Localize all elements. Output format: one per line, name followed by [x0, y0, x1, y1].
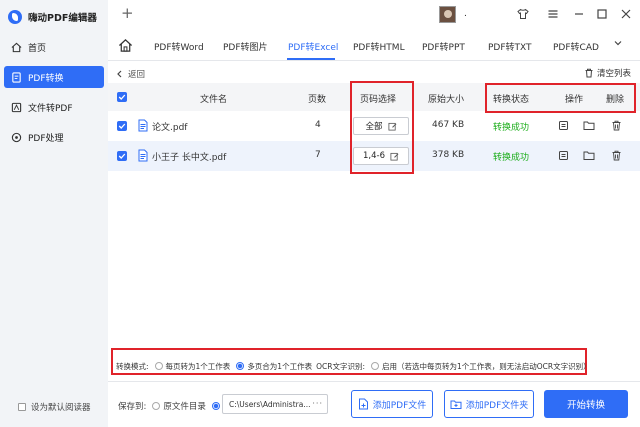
sidebar-item-file-to-pdf[interactable]: 文件转PDF — [4, 96, 104, 118]
trash-icon — [585, 68, 593, 78]
sidebar-item-label: 文件转PDF — [28, 103, 73, 114]
original-dir-label: 原文件目录 — [163, 402, 206, 412]
delete-trash-icon[interactable] — [610, 119, 622, 131]
shirt-icon[interactable] — [516, 7, 530, 21]
add-file-icon — [358, 398, 368, 410]
row-filename: 论文.pdf — [152, 123, 188, 133]
header-original-size: 原始大小 — [428, 95, 465, 105]
row-original-size: 378 KB — [432, 150, 465, 160]
row-pages: 7 — [315, 150, 321, 160]
document-convert-icon — [10, 71, 22, 83]
row-pages: 4 — [315, 120, 321, 130]
tab-pdf-to-excel[interactable]: PDF转Excel — [288, 40, 338, 53]
open-folder-icon[interactable] — [583, 149, 595, 161]
start-convert-button[interactable]: 开始转换 — [544, 390, 628, 418]
select-all-checkbox[interactable] — [117, 92, 127, 102]
menu-icon[interactable] — [546, 7, 560, 21]
minimize-icon[interactable] — [572, 7, 586, 21]
clear-list-button[interactable]: 清空列表 — [584, 67, 631, 79]
option-each-page-sheet: 每页转为1个工作表 — [165, 361, 231, 371]
user-name: . — [464, 9, 467, 19]
chevron-left-icon — [117, 70, 122, 78]
conversion-tabs: PDF转Word PDF转图片 PDF转Excel PDF转HTML PDF转P… — [108, 30, 640, 61]
status-actions-highlight — [485, 83, 636, 113]
pdf-file-icon — [137, 119, 149, 132]
option-merge-pages-sheet: 多页合为1个工作表 — [247, 361, 313, 371]
sidebar-item-label: PDF转换 — [28, 73, 64, 84]
sidebar-item-pdf-process[interactable]: PDF处理 — [4, 126, 104, 148]
page-select-highlight — [350, 81, 414, 174]
view-document-icon[interactable] — [557, 119, 569, 131]
active-tab-indicator — [287, 58, 335, 60]
app-brand: 嗨动PDF编辑器 — [8, 10, 97, 24]
ocr-option: 启用（若选中每页转为1个工作表，则无法启动OCR文字识别） — [381, 361, 591, 371]
chevron-down-icon[interactable] — [613, 38, 623, 51]
sidebar-item-label: PDF处理 — [28, 133, 64, 144]
tab-pdf-to-ppt[interactable]: PDF转PPT — [422, 40, 465, 53]
ocr-label: OCR文字识别: — [316, 361, 365, 371]
save-to-group: 保存到: 原文件目录 — [118, 400, 223, 412]
sidebar-item-pdf-convert[interactable]: PDF转换 — [4, 66, 104, 88]
save-to-label: 保存到: — [118, 402, 147, 412]
radio-merge-pages-sheet[interactable] — [236, 362, 245, 370]
tab-pdf-to-txt[interactable]: PDF转TXT — [488, 40, 532, 53]
pdf-process-icon — [10, 131, 22, 143]
row-checkbox[interactable] — [117, 151, 127, 161]
row-status: 转换成功 — [493, 123, 530, 133]
default-reader-toggle[interactable]: 设为默认阅读器 — [18, 401, 91, 413]
home-tab-icon[interactable] — [116, 36, 134, 54]
delete-trash-icon[interactable] — [610, 149, 622, 161]
pdf-file-icon — [137, 149, 149, 162]
tab-pdf-to-cad[interactable]: PDF转CAD — [553, 40, 599, 53]
row-checkbox[interactable] — [117, 121, 127, 131]
radio-original-dir[interactable] — [152, 402, 161, 410]
radio-ocr-enable[interactable] — [370, 362, 379, 370]
radio-custom-dir[interactable] — [211, 402, 220, 410]
back-button[interactable]: 返回 — [116, 68, 145, 80]
maximize-icon[interactable] — [595, 7, 609, 21]
add-pdf-file-label: 添加PDF文件 — [372, 400, 427, 411]
close-icon[interactable] — [619, 7, 633, 21]
sidebar-item-home[interactable]: 首页 — [4, 36, 104, 58]
titlebar: + . — [108, 0, 640, 30]
sidebar-item-label: 首页 — [28, 43, 47, 54]
row-filename: 小王子 长中文.pdf — [152, 153, 227, 163]
app-logo-icon — [8, 10, 22, 24]
conversion-mode-label: 转换模式: — [116, 361, 149, 371]
avatar[interactable] — [439, 6, 456, 23]
back-label: 返回 — [128, 70, 146, 80]
conversion-mode-bar: 转换模式: 每页转为1个工作表 多页合为1个工作表 OCR文字识别: 启用（若选… — [116, 360, 591, 372]
bottom-bar: 保存到: 原文件目录 C:\Users\Administra... ··· 添加… — [108, 381, 640, 427]
sidebar: 嗨动PDF编辑器 首页 PDF转换 文件转PDF PDF处理 设为默认阅读器 — [0, 0, 108, 427]
add-pdf-folder-label: 添加PDF文件夹 — [465, 400, 529, 411]
home-icon — [10, 41, 22, 53]
file-to-pdf-icon — [10, 101, 22, 113]
tab-pdf-to-word[interactable]: PDF转Word — [154, 40, 204, 53]
header-pages: 页数 — [308, 95, 327, 105]
tab-pdf-to-html[interactable]: PDF转HTML — [353, 40, 405, 53]
row-original-size: 467 KB — [432, 120, 465, 130]
view-document-icon[interactable] — [557, 149, 569, 161]
browse-more-icon[interactable]: ··· — [312, 399, 323, 408]
header-filename: 文件名 — [200, 95, 228, 105]
save-path-field[interactable]: C:\Users\Administra... ··· — [222, 394, 328, 414]
add-pdf-file-button[interactable]: 添加PDF文件 — [351, 390, 433, 418]
tab-pdf-to-image[interactable]: PDF转图片 — [223, 40, 268, 53]
new-tab-plus-icon[interactable]: + — [121, 4, 134, 22]
open-folder-icon[interactable] — [583, 119, 595, 131]
add-pdf-folder-button[interactable]: 添加PDF文件夹 — [444, 390, 534, 418]
default-reader-label: 设为默认阅读器 — [31, 403, 91, 413]
clear-list-label: 清空列表 — [597, 69, 632, 79]
save-path-value: C:\Users\Administra... — [229, 399, 311, 409]
sidebar-nav: 首页 PDF转换 文件转PDF PDF处理 — [0, 36, 108, 156]
row-status: 转换成功 — [493, 153, 530, 163]
app-title: 嗨动PDF编辑器 — [28, 13, 97, 24]
add-folder-icon — [450, 400, 462, 409]
default-reader-checkbox[interactable] — [18, 403, 26, 411]
radio-each-page-sheet[interactable] — [154, 362, 163, 370]
